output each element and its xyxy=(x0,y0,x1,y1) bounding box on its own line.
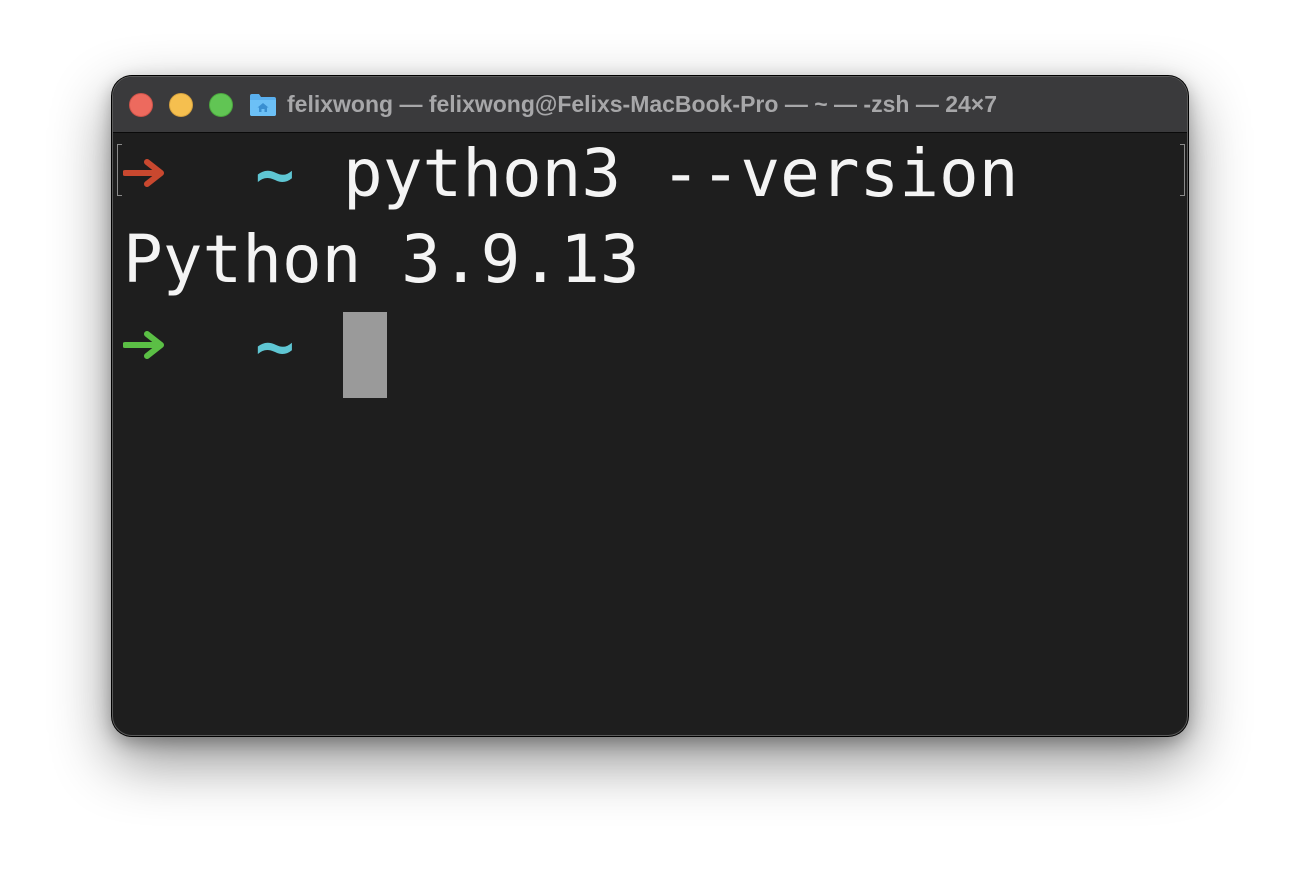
title-bar[interactable]: felixwong — felixwong@Felixs-MacBook-Pro… xyxy=(113,77,1187,133)
terminal-line-prompt[interactable]: ~ xyxy=(113,306,387,398)
terminal-line-output: Python 3.9.13 xyxy=(113,220,640,306)
text-cursor[interactable] xyxy=(343,312,387,398)
command-output: Python 3.9.13 xyxy=(123,221,640,298)
terminal-content[interactable]: ~ python3 --version Python 3.9.13 ~ xyxy=(113,134,1187,735)
prompt-arrow-icon xyxy=(123,331,164,359)
maximize-button[interactable] xyxy=(209,93,233,117)
terminal-line-command: ~ python3 --version xyxy=(113,134,1185,220)
line-mark-right xyxy=(1180,144,1185,196)
prompt-directory: ~ xyxy=(255,136,295,213)
prompt-arrow-icon-error xyxy=(123,159,164,187)
terminal-window[interactable]: felixwong — felixwong@Felixs-MacBook-Pro… xyxy=(112,76,1188,736)
home-folder-icon xyxy=(250,94,276,116)
minimize-button[interactable] xyxy=(169,93,193,117)
close-button[interactable] xyxy=(129,93,153,117)
prompt-directory: ~ xyxy=(255,308,295,385)
line-mark-left xyxy=(117,144,122,196)
command-text: python3 --version xyxy=(343,135,1019,212)
window-title: felixwong — felixwong@Felixs-MacBook-Pro… xyxy=(287,91,998,117)
